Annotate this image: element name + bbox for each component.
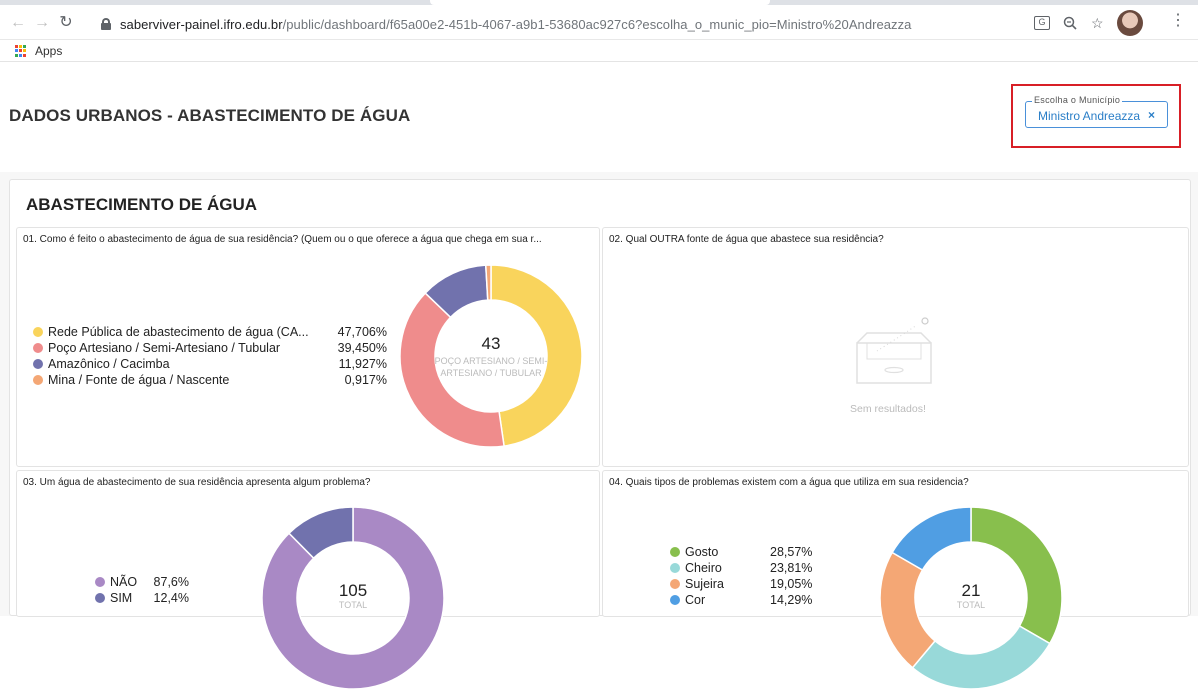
- municipality-filter[interactable]: Escolha o Município Ministro Andreazza ×: [1025, 95, 1168, 128]
- reload-icon[interactable]: ↻: [57, 14, 75, 32]
- legend-swatch: [95, 577, 105, 587]
- legend-label: Gosto: [685, 545, 719, 559]
- donut-chart-water-source[interactable]: 43 POÇO ARTESIANO / SEMI- ARTESIANO / TU…: [391, 256, 591, 456]
- card-title[interactable]: 01. Como é feito o abastecimento de água…: [23, 234, 542, 245]
- url-text[interactable]: saberviver-painel.ifro.edu.br/public/das…: [120, 17, 911, 32]
- card-water-problem: 03. Um água de abastecimento de sua resi…: [16, 470, 600, 690]
- url-host: saberviver-painel.ifro.edu.br: [120, 17, 283, 32]
- legend-item[interactable]: Rede Pública de abastecimento de água (C…: [33, 324, 393, 340]
- legend-value: 14,29%: [770, 593, 813, 607]
- legend-item[interactable]: Amazônico / Cacimba 11,927%: [33, 356, 393, 372]
- filter-label: Escolha o Município: [1032, 95, 1123, 105]
- clear-filter-icon[interactable]: ×: [1148, 108, 1155, 122]
- legend-label: Cheiro: [685, 561, 722, 575]
- legend-swatch: [670, 547, 680, 557]
- bookmarks-bar: Apps: [0, 40, 1198, 62]
- donut-slice-cheiro[interactable]: [911, 624, 1051, 690]
- legend-value: 11,927%: [338, 357, 387, 371]
- legend-item[interactable]: Mina / Fonte de água / Nascente 0,917%: [33, 372, 393, 388]
- legend-label: Mina / Fonte de água / Nascente: [48, 373, 230, 387]
- section-title: ABASTECIMENTO DE ÁGUA: [26, 195, 258, 214]
- legend-value: 19,05%: [770, 577, 813, 591]
- legend-swatch: [670, 579, 680, 589]
- legend-item[interactable]: Gosto 28,57%: [670, 544, 830, 560]
- url-path: /public/dashboard/f65a00e2-451b-4067-a9b…: [282, 17, 912, 32]
- back-icon[interactable]: ←: [9, 14, 27, 32]
- card-other-source: 02. Qual OUTRA fonte de água que abastec…: [602, 227, 1189, 467]
- legend-label: NÃO: [110, 575, 138, 589]
- legend-item[interactable]: Cheiro 23,81%: [670, 560, 830, 576]
- chart-legend: Gosto 28,57% Cheiro 23,81% Sujeira 19,05% C…: [670, 544, 830, 608]
- dashboard-header: DADOS URBANOS - ABASTECIMENTO DE ÁGUA Es…: [0, 62, 1198, 172]
- legend-value: 47,706%: [337, 325, 387, 339]
- donut-center-value: 21: [962, 581, 981, 600]
- donut-chart-problem-types[interactable]: 21 TOTAL: [871, 498, 1071, 698]
- translate-icon[interactable]: G: [1034, 16, 1050, 30]
- card-water-source: 01. Como é feito o abastecimento de água…: [16, 227, 600, 467]
- legend-swatch: [95, 593, 105, 603]
- legend-label: Poço Artesiano / Semi-Artesiano / Tubula…: [48, 341, 281, 355]
- address-bar[interactable]: saberviver-painel.ifro.edu.br/public/das…: [88, 11, 1012, 39]
- donut-center-label-line2: ARTESIANO / TUBULAR: [440, 368, 542, 378]
- apps-icon[interactable]: [15, 45, 27, 57]
- donut-slice-gosto[interactable]: [970, 506, 1063, 645]
- card-title[interactable]: 04. Quais tipos de problemas existem com…: [609, 477, 969, 488]
- legend-label: SIM: [110, 591, 133, 605]
- legend-value: 39,450%: [337, 341, 387, 355]
- legend-swatch: [670, 563, 680, 573]
- donut-center-value: 43: [482, 334, 501, 353]
- card-problem-types: 04. Quais tipos de problemas existem com…: [602, 470, 1189, 690]
- tab-strip: [0, 0, 1198, 5]
- browser-toolbar: ← → ↻ saberviver-painel.ifro.edu.br/publ…: [0, 0, 1198, 40]
- water-supply-section: ABASTECIMENTO DE ÁGUA 01. Como é feito o…: [9, 179, 1191, 690]
- chart-legend: Rede Pública de abastecimento de água (C…: [33, 324, 393, 388]
- legend-label: Rede Pública de abastecimento de água (C…: [48, 325, 309, 339]
- legend-item[interactable]: Poço Artesiano / Semi-Artesiano / Tubula…: [33, 340, 393, 356]
- star-icon[interactable]: ☆: [1091, 16, 1104, 30]
- legend-item[interactable]: Sujeira 19,05%: [670, 576, 830, 592]
- legend-swatch: [33, 343, 43, 353]
- legend-value: 0,917%: [344, 373, 387, 387]
- empty-state-icon: [856, 317, 932, 384]
- legend-value: 87,6%: [153, 575, 189, 589]
- menu-icon[interactable]: ⋮: [1170, 13, 1186, 29]
- chart-legend: NÃO 87,6% SIM 12,4%: [95, 574, 215, 606]
- legend-item[interactable]: Cor 14,29%: [670, 592, 830, 608]
- legend-item[interactable]: SIM 12,4%: [95, 590, 215, 606]
- card-title[interactable]: 02. Qual OUTRA fonte de água que abastec…: [609, 234, 884, 245]
- legend-swatch: [33, 375, 43, 385]
- legend-swatch: [670, 595, 680, 605]
- legend-value: 12,4%: [153, 591, 189, 605]
- legend-swatch: [33, 327, 43, 337]
- legend-swatch: [33, 359, 43, 369]
- donut-center-label-line1: POÇO ARTESIANO / SEMI-: [435, 356, 548, 366]
- legend-label: Sujeira: [685, 577, 724, 591]
- donut-center-label: TOTAL: [339, 600, 367, 610]
- page-title: DADOS URBANOS - ABASTECIMENTO DE ÁGUA: [9, 106, 411, 125]
- legend-item[interactable]: NÃO 87,6%: [95, 574, 215, 590]
- legend-value: 23,81%: [770, 561, 813, 575]
- donut-center-label: TOTAL: [957, 600, 985, 610]
- legend-label: Cor: [685, 593, 706, 607]
- legend-value: 28,57%: [770, 545, 813, 559]
- card-title[interactable]: 03. Um água de abastecimento de sua resi…: [23, 477, 370, 488]
- profile-avatar[interactable]: [1117, 10, 1143, 36]
- lock-icon[interactable]: [101, 18, 111, 30]
- zoom-icon[interactable]: [1063, 16, 1077, 32]
- apps-bookmark[interactable]: Apps: [35, 44, 62, 58]
- active-tab[interactable]: [430, 0, 770, 5]
- donut-center-value: 105: [339, 581, 367, 600]
- filter-value[interactable]: Ministro Andreazza: [1038, 109, 1140, 123]
- donut-chart-water-problem[interactable]: 105 TOTAL: [253, 498, 453, 698]
- empty-state-text: Sem resultados!: [850, 403, 926, 415]
- forward-icon[interactable]: →: [33, 14, 51, 32]
- legend-label: Amazônico / Cacimba: [48, 357, 170, 371]
- filter-highlight-box: Escolha o Município Ministro Andreazza ×: [1011, 84, 1181, 148]
- donut-slice-sujeira[interactable]: [879, 551, 937, 669]
- dashboard: DADOS URBANOS - ABASTECIMENTO DE ÁGUA Es…: [0, 62, 1198, 690]
